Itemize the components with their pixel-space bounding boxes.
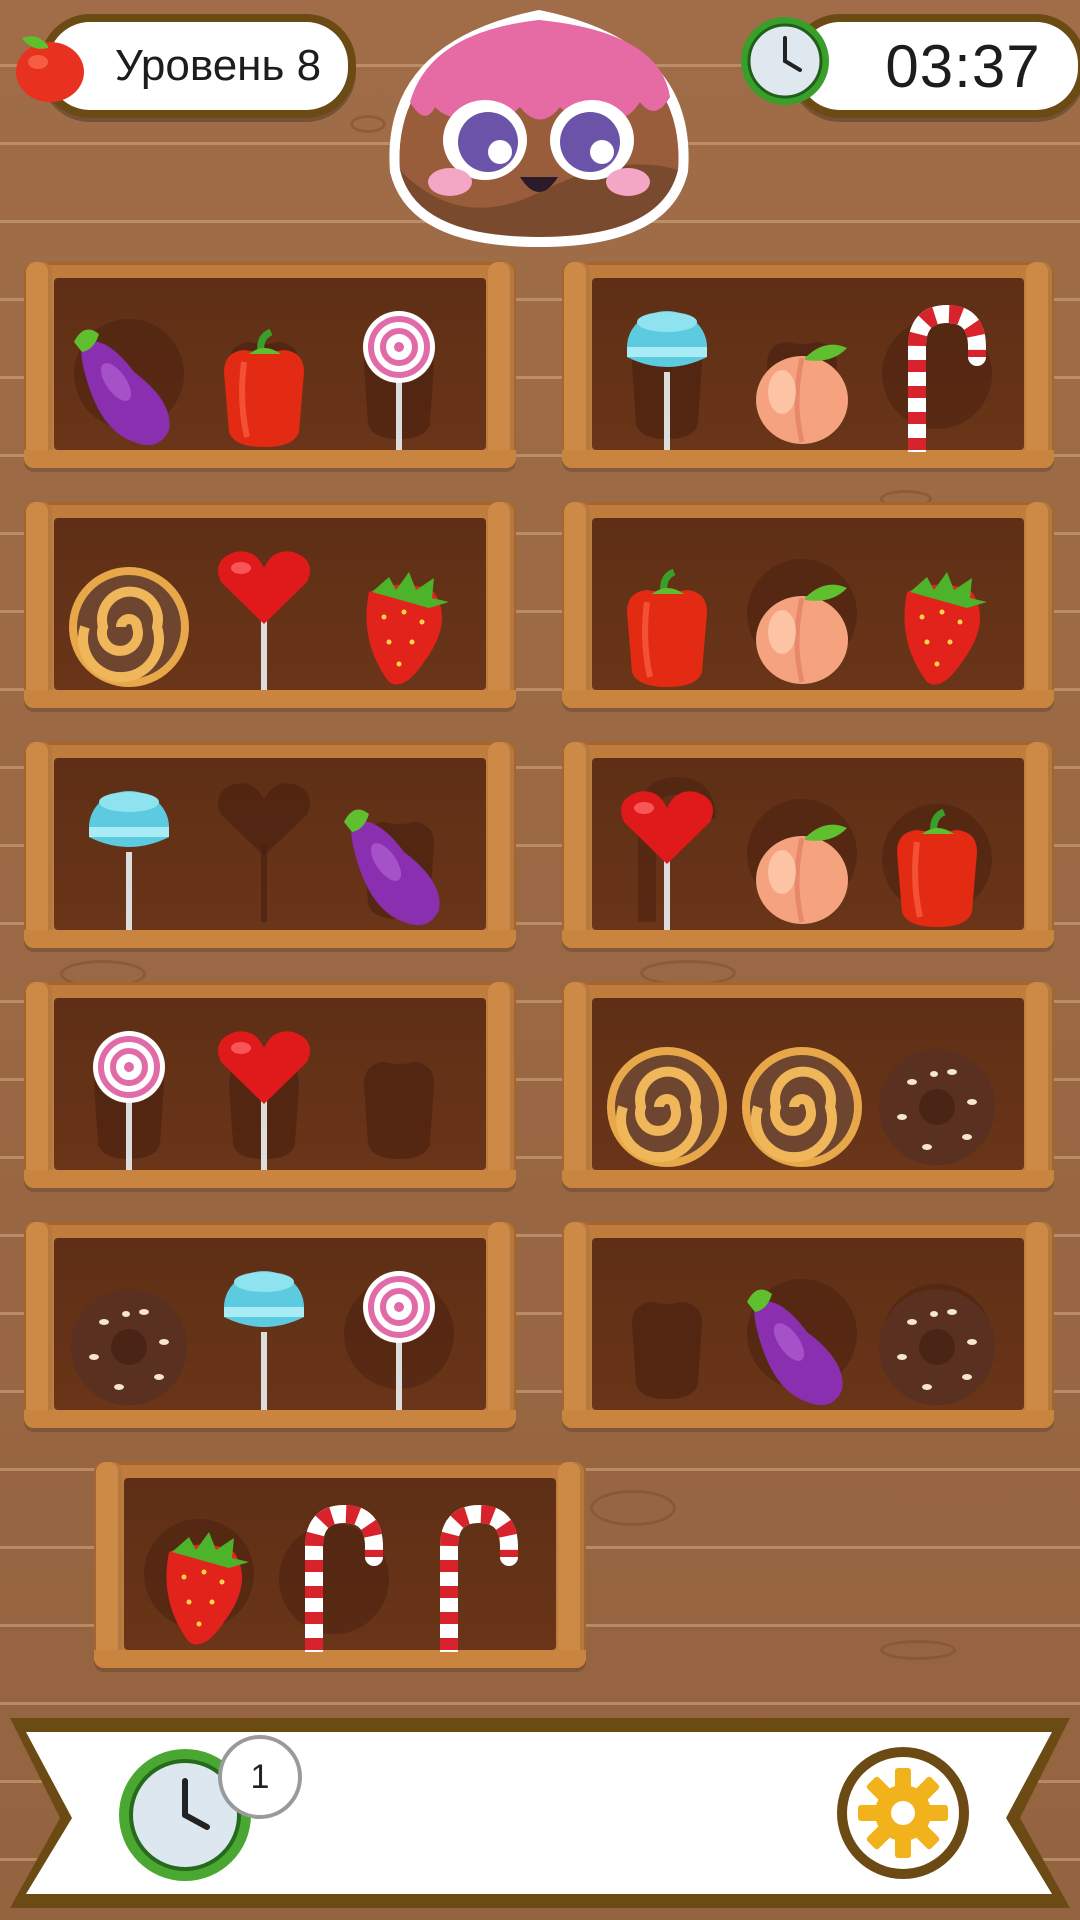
shelf[interactable] [562, 262, 1054, 468]
shelf-post [1026, 982, 1052, 1188]
shelf-slot[interactable] [64, 542, 194, 692]
shelf-post [26, 502, 52, 708]
clock-icon [741, 17, 829, 105]
apple-icon [16, 36, 84, 102]
shelf-slot[interactable] [602, 1022, 732, 1172]
shelf[interactable] [24, 982, 516, 1188]
shelf-slot[interactable] [737, 1022, 867, 1172]
shelf-lip [562, 1410, 1054, 1428]
shelf-lip [24, 1410, 516, 1428]
shelf-post [564, 742, 590, 948]
shelf-slot[interactable] [199, 542, 329, 692]
shelf-post [1026, 262, 1052, 468]
shelf-lip [24, 690, 516, 708]
shelf-slot[interactable] [334, 782, 464, 932]
shelf-slot[interactable] [737, 302, 867, 452]
shelf-lip [24, 930, 516, 948]
shelf-lip [562, 690, 1054, 708]
shelf-slot[interactable] [602, 776, 732, 932]
shelf-post [26, 1222, 52, 1428]
shelf-post [26, 262, 52, 468]
shelf-slot[interactable] [334, 302, 464, 452]
shelf-slot[interactable] [64, 1022, 194, 1172]
shelf-post [488, 982, 514, 1188]
shelf-post [564, 502, 590, 708]
shelf-slot[interactable] [602, 542, 732, 692]
wood-knot [880, 1640, 956, 1660]
shelf-post [488, 262, 514, 468]
shelf-slot[interactable] [872, 782, 1002, 932]
shelf-slot[interactable] [872, 302, 1002, 452]
shelf-slot[interactable] [199, 1262, 329, 1412]
shelf-post [1026, 1222, 1052, 1428]
shelf-slot[interactable] [134, 1502, 264, 1652]
boost-count-badge: 1 [218, 1735, 302, 1819]
shelf-slot[interactable] [334, 1022, 464, 1172]
shelf[interactable] [94, 1462, 586, 1668]
shelf-lip [24, 450, 516, 468]
shelf[interactable] [24, 502, 516, 708]
shelf-lip [562, 1170, 1054, 1188]
shelf-slot[interactable] [64, 782, 194, 932]
shelf-post [1026, 502, 1052, 708]
wood-knot [590, 1490, 676, 1526]
shelf-slot[interactable] [737, 1262, 867, 1412]
shelf-post [564, 262, 590, 468]
shelf[interactable] [24, 1222, 516, 1428]
shelf-slot[interactable] [199, 302, 329, 452]
shelf-slot[interactable] [199, 1022, 329, 1172]
shelf-slot[interactable] [737, 542, 867, 692]
shelf-post [1026, 742, 1052, 948]
shelf-slot[interactable] [269, 1502, 399, 1652]
shelf-post [488, 742, 514, 948]
level-label: Уровень 8 [114, 41, 322, 90]
shelf-post [96, 1462, 122, 1668]
settings-button[interactable] [834, 1744, 972, 1882]
shelf-lip [562, 930, 1054, 948]
shelf-slot[interactable] [64, 1262, 194, 1412]
shelf-slot[interactable] [334, 1262, 464, 1412]
shelf[interactable] [24, 742, 516, 948]
shelf-slot[interactable] [737, 782, 867, 932]
shelf-post [26, 982, 52, 1188]
shelf-post [564, 1222, 590, 1428]
shelf-slot[interactable] [872, 1022, 1002, 1172]
shelf-post [488, 502, 514, 708]
shelf-slot[interactable] [64, 302, 194, 452]
shelf-slot[interactable] [334, 542, 464, 692]
shelf[interactable] [562, 502, 1054, 708]
shelf-post [26, 742, 52, 948]
timer-text: 03:37 [885, 32, 1041, 100]
shelf-slot[interactable] [602, 302, 732, 452]
shelf-post [564, 982, 590, 1188]
shelf-slot[interactable] [602, 1262, 732, 1412]
shelf-post [488, 1222, 514, 1428]
shelf[interactable] [562, 1222, 1054, 1428]
shelf[interactable] [24, 262, 516, 468]
shelf[interactable] [562, 742, 1054, 948]
shelf[interactable] [562, 982, 1054, 1188]
shelf-post [558, 1462, 584, 1668]
shelf-slot[interactable] [404, 1502, 534, 1652]
shelf-lip [24, 1170, 516, 1188]
shelf-lip [94, 1650, 586, 1668]
shelf-slot[interactable] [199, 782, 329, 932]
timer-display: 03:37 [790, 14, 1080, 118]
shelf-slot[interactable] [872, 542, 1002, 692]
shelf-lip [562, 450, 1054, 468]
jelly-mascot [389, 10, 689, 247]
shelf-slot[interactable] [872, 1262, 1002, 1412]
